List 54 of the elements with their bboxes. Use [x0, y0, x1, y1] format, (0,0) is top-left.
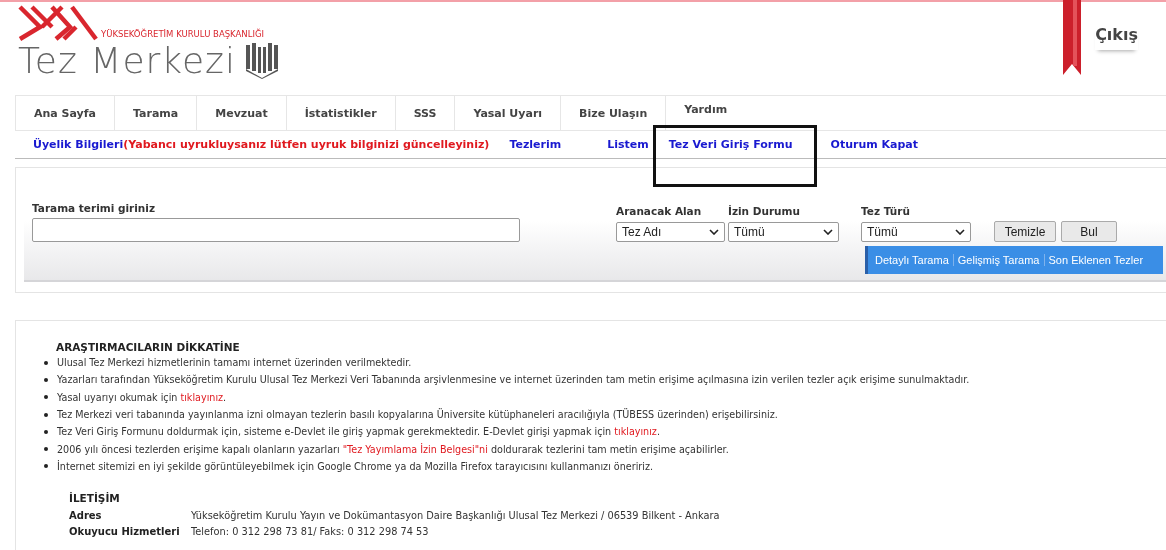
- bullet-icon: [44, 464, 48, 469]
- nav-tab[interactable]: İstatistikler: [285, 96, 395, 130]
- bullet-icon: [44, 412, 48, 417]
- bullet-icon: [44, 395, 48, 400]
- ribbon-icon: [1063, 0, 1082, 75]
- nav-tab[interactable]: Mevzuat: [196, 96, 286, 130]
- link[interactable]: "Tez Yayımlama İzin Belgesi"ni: [342, 443, 488, 455]
- logout-link[interactable]: Çıkış: [1095, 25, 1138, 50]
- bullet-icon: [44, 377, 48, 382]
- button[interactable]: Bul: [1061, 221, 1117, 242]
- nav-tab[interactable]: Ana Sayfa: [15, 96, 114, 130]
- notice-text: Yazarları tarafından Yükseköğretim Kurulu Ulusal Tez Merkezi Veri Tabanında arşivlenmesine ve internet üzerinden tam metin erişime açılmasına izin verilen tezler açık erişime sunulmaktadır.: [57, 374, 970, 386]
- contact-label: Okuyucu Hizmetleri: [69, 526, 181, 538]
- dropdown[interactable]: Tez Adı: [616, 222, 725, 242]
- chevron-down-icon: [709, 229, 719, 235]
- bullet-icon: [44, 429, 48, 434]
- search-field[interactable]: [32, 218, 520, 242]
- dropdown[interactable]: Tümü: [861, 222, 971, 242]
- notice-title: ARAŞTIRMACILARIN DİKKATİNE: [56, 341, 241, 353]
- nav-tab[interactable]: Yasal Uyarı: [454, 96, 561, 130]
- notice-text: Tez Veri Giriş Formunu doldurmak için, sisteme e-Devlet ile giriş yapmak gerekmektedir. E-Devlet girişi yapmak için tıklayınız.: [57, 426, 660, 438]
- notice-text: Tez Merkezi veri tabanında yayınlanma izni olmayan tezlerin basılı kopyalarına Üniversite kütüphaneleri aracılığıyla (TÜBESS üzerinden) erişebilirsiniz.: [57, 409, 778, 421]
- user-link[interactable]: Oturum Kapat: [830, 138, 919, 151]
- chevron-down-icon: [955, 229, 965, 235]
- user-link[interactable]: Listem: [607, 138, 649, 151]
- book-icon: [244, 41, 280, 79]
- field-label: Aranacak Alan: [616, 205, 703, 217]
- organization-name: YÜKSEKÖĞRETİM KURULU BAŞKANLIĞI: [101, 29, 265, 39]
- nav-tab[interactable]: Yardım: [665, 96, 746, 130]
- notice-text: İnternet sitemizi en iyi şekilde görüntüleyebilmek için Google Chrome ya da Mozilla Firefox tarayıcısını kullanmanızı öneririz.: [57, 460, 654, 472]
- user-link[interactable]: Üyelik Bilgileri(Yabancı uyrukluysanız lütfen uyruk bilginizi güncelleyiniz): [33, 138, 490, 151]
- link[interactable]: tıklayınız: [614, 426, 657, 438]
- notice-text: 2006 yılı öncesi tezlerden erişime kapalı olanların yazarları "Tez Yayımlama İzin Belgesi"ni doldurarak tezlerini tam metin erişime açabilirler.: [57, 443, 729, 455]
- notice-text: Yasal uyarıyı okumak için tıklayınız.: [57, 391, 227, 403]
- contact-label: Adres: [69, 510, 103, 522]
- field-label: Tarama terimi giriniz: [32, 202, 157, 214]
- field-label: Tez Türü: [861, 205, 911, 217]
- bullet-icon: [44, 447, 48, 452]
- nav-tab[interactable]: Tarama: [114, 96, 197, 130]
- user-link[interactable]: Tez Veri Giriş Formu: [668, 138, 793, 151]
- nav-tab[interactable]: SSS: [394, 96, 455, 130]
- button[interactable]: Temizle: [994, 221, 1056, 242]
- chevron-down-icon: [823, 229, 833, 235]
- bullet-icon: [44, 360, 48, 365]
- user-link[interactable]: Tezlerim: [509, 138, 562, 151]
- contact-title: İLETİŞİM: [69, 492, 121, 505]
- logo-mark-icon: [18, 5, 98, 41]
- nav-tab[interactable]: Bize Ulaşın: [560, 96, 666, 130]
- site-title: Tez Merkezi: [18, 39, 236, 83]
- contact-value: Telefon: 0 312 298 73 81/ Faks: 0 312 298 74 53: [191, 526, 430, 538]
- notice-text: Ulusal Tez Merkezi hizmetlerinin tamamı internet üzerinden verilmektedir.: [57, 357, 412, 369]
- field-label: İzin Durumu: [728, 205, 801, 217]
- dropdown[interactable]: Tümü: [728, 222, 839, 242]
- contact-value: Yükseköğretim Kurulu Yayın ve Dokümantasyon Daire Başkanlığı Ulusal Tez Merkezi / 06539 Bilkent - Ankara: [191, 510, 721, 522]
